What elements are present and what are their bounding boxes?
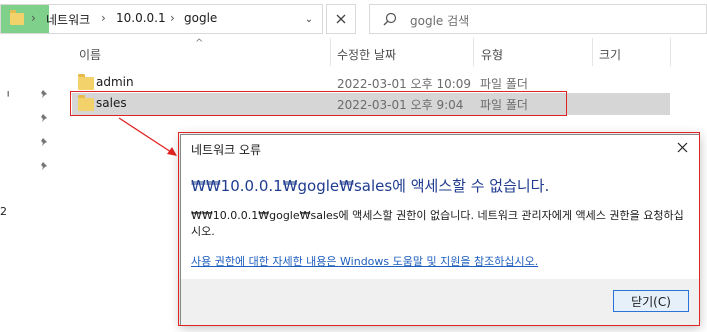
item-modified: 2022-03-01 오후 10:09 <box>337 77 472 91</box>
annotation-highlight-box <box>70 91 567 116</box>
pin-icon <box>40 160 50 174</box>
navigation-pane: ᅵ 2 <box>0 35 66 332</box>
pin-icon <box>40 112 50 126</box>
breadcrumb-ip[interactable]: 10.0.0.1 <box>116 11 166 25</box>
search-icon <box>383 12 397 29</box>
folder-icon <box>78 74 94 90</box>
breadcrumb-separator-icon: › <box>31 11 36 25</box>
item-type: 파일 폴더 <box>480 77 528 91</box>
column-divider[interactable] <box>592 38 593 66</box>
column-header-name[interactable]: 이름 <box>79 46 101 63</box>
address-dropdown-icon[interactable]: ⌄ <box>296 4 323 34</box>
column-divider[interactable] <box>473 38 474 66</box>
close-icon[interactable] <box>326 4 356 34</box>
annotation-dialog-box <box>178 132 700 326</box>
column-divider[interactable] <box>670 38 671 66</box>
pin-icon <box>40 88 50 102</box>
column-header-modified[interactable]: 수정한 날짜 <box>337 46 396 63</box>
breadcrumb-separator-icon: › <box>101 11 106 25</box>
breadcrumb-gogle[interactable]: gogle <box>184 11 217 25</box>
nav-item-label[interactable]: 2 <box>0 205 7 218</box>
sort-chevron-up-icon: ^ <box>195 38 204 49</box>
breadcrumb-separator-icon: › <box>170 11 175 25</box>
address-highlight <box>1 5 49 33</box>
breadcrumb-network[interactable]: 네트워크 <box>46 11 90 28</box>
pin-icon <box>40 136 50 150</box>
address-bar[interactable]: › 네트워크 › 10.0.0.1 › gogle <box>0 4 323 34</box>
column-header-size[interactable]: 크기 <box>599 46 621 63</box>
nav-item-label[interactable]: ᅵ <box>0 88 10 104</box>
item-name: admin <box>96 75 134 89</box>
search-input[interactable]: gogle 검색 <box>369 4 707 34</box>
folder-icon <box>10 10 24 25</box>
column-divider[interactable] <box>330 38 331 66</box>
column-header-type[interactable]: 유형 <box>481 46 503 63</box>
search-placeholder: gogle 검색 <box>410 14 470 28</box>
